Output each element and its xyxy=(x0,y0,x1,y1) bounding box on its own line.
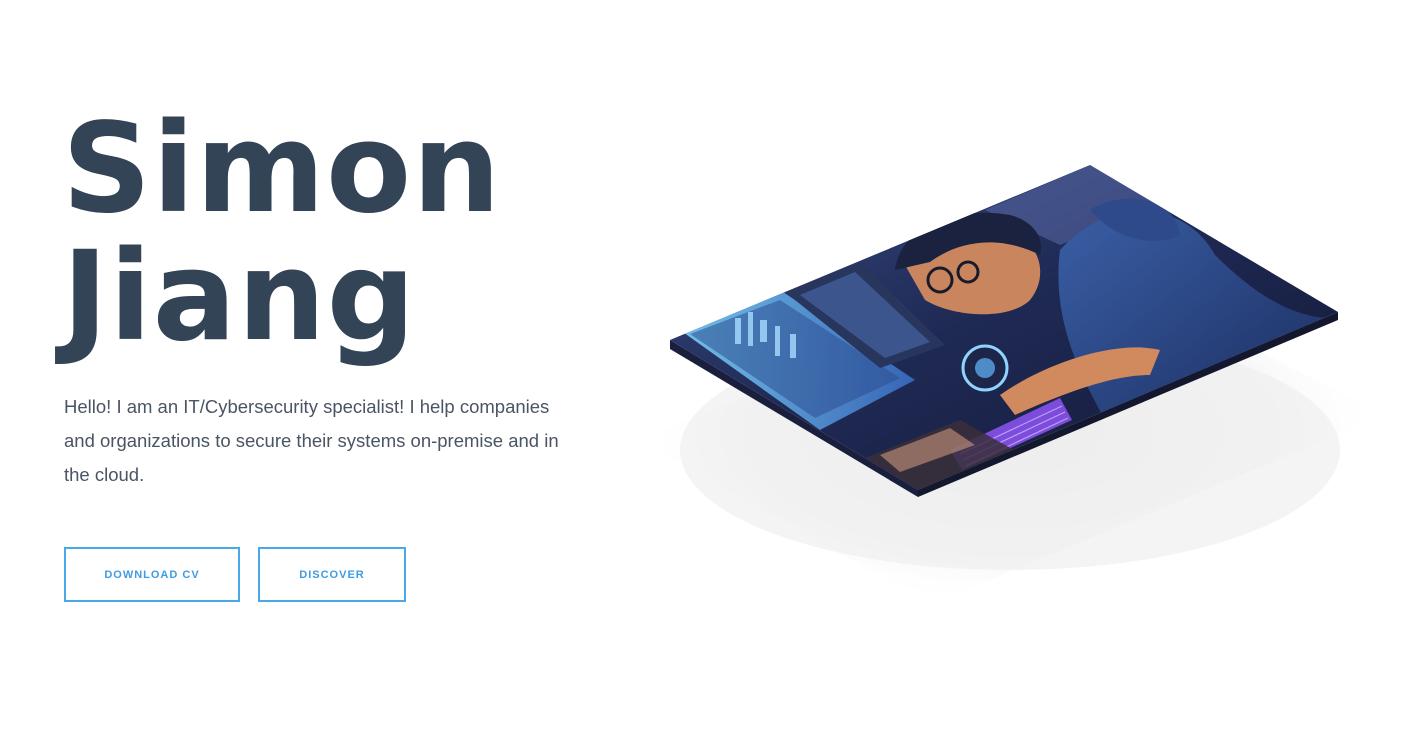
hero-title-first-name: Simon xyxy=(62,97,502,241)
hero-description: Hello! I am an IT/Cybersecurity speciali… xyxy=(64,396,559,485)
hero-title-last-name: Jiang xyxy=(62,225,417,369)
discover-button[interactable]: DISCOVER xyxy=(258,547,406,602)
hero-title: Simon Jiang xyxy=(62,105,501,361)
isometric-illustration-icon xyxy=(640,165,1385,605)
hero-section: Simon Jiang Hello! I am an IT/Cybersecur… xyxy=(0,0,1412,743)
download-cv-button[interactable]: DOWNLOAD CV xyxy=(64,547,240,602)
